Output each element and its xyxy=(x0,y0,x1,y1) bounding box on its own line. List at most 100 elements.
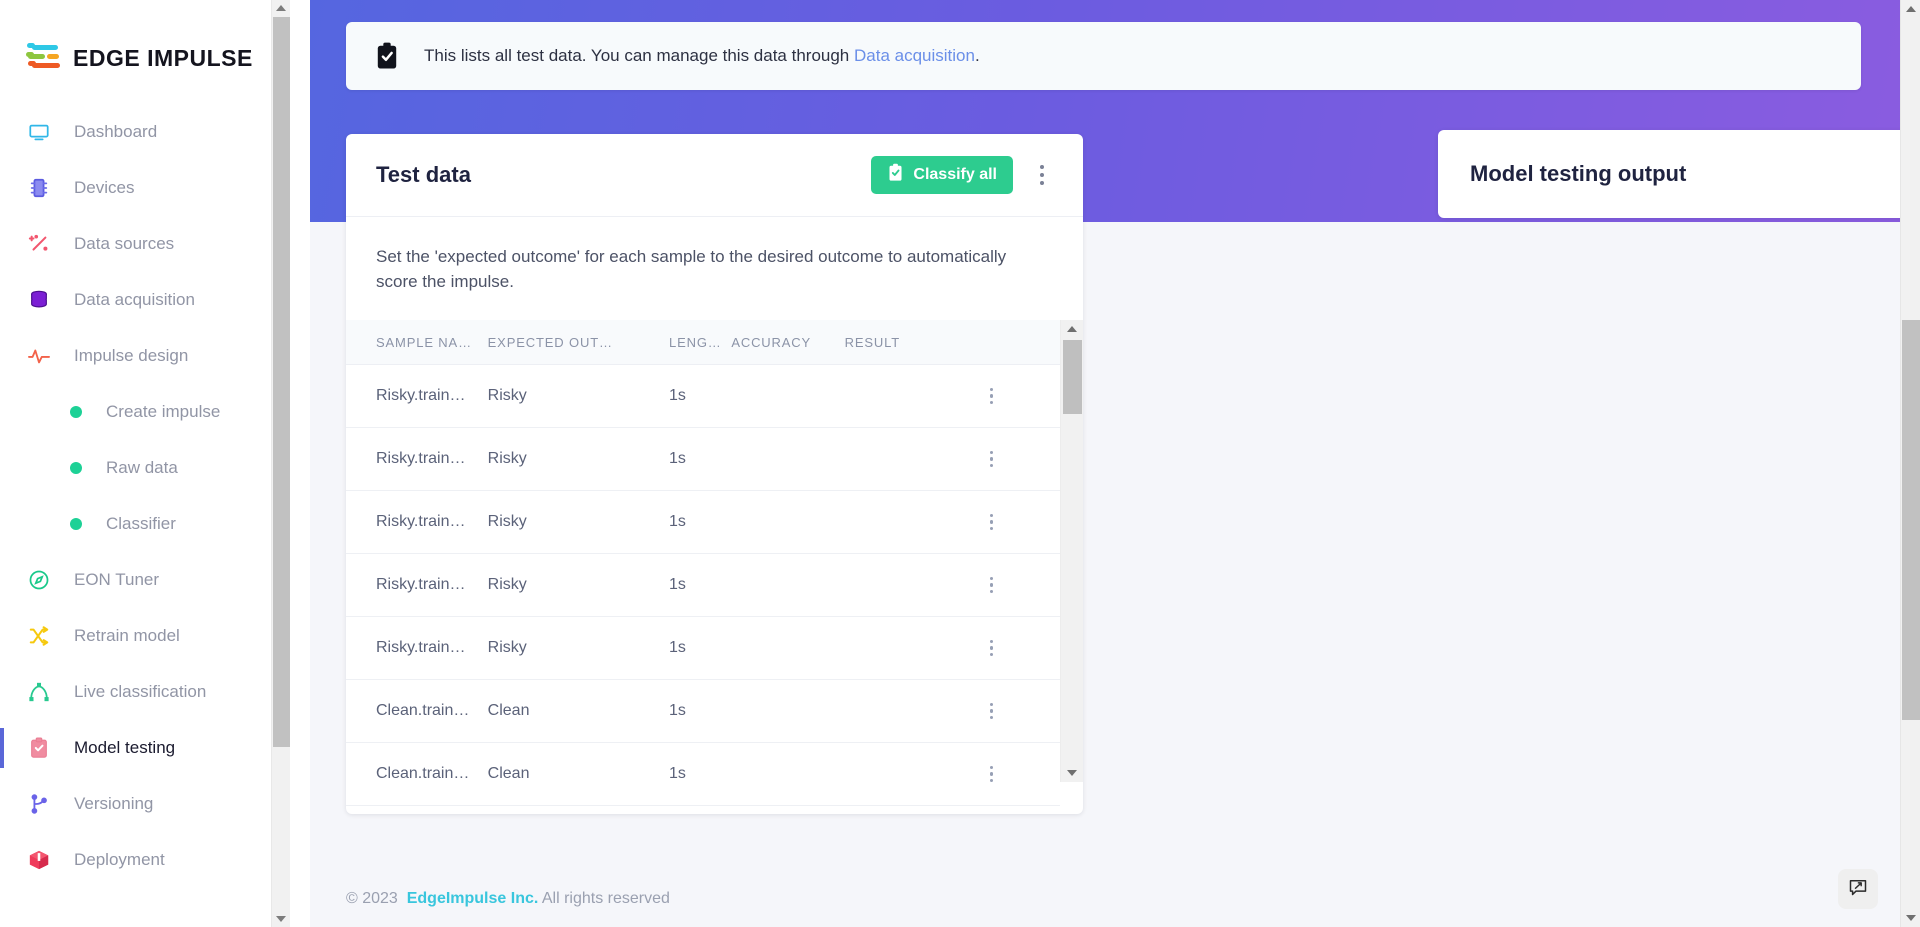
table-row[interactable]: Risky.train…Risky1s xyxy=(346,553,1060,616)
scroll-down-arrow-icon[interactable] xyxy=(1067,770,1077,776)
sidebar-item-create-impulse[interactable]: Create impulse xyxy=(0,384,290,440)
sidebar-item-model-testing[interactable]: Model testing xyxy=(0,720,290,776)
table-row[interactable]: Risky.train…Risky1s xyxy=(346,616,1060,679)
sidebar-item-data-acquisition[interactable]: Data acquisition xyxy=(0,272,290,328)
column-header-length[interactable]: LENG… xyxy=(669,320,731,364)
test-data-table-wrapper: SAMPLE NA… EXPECTED OUT… LENG… ACCURACY … xyxy=(346,320,1083,782)
sidebar-item-live-classification[interactable]: Live classification xyxy=(0,664,290,720)
app-root: EDGE IMPULSE Dashboard xyxy=(0,0,1920,927)
monitor-icon xyxy=(26,119,52,145)
cell-result xyxy=(845,364,981,427)
clipboard-check-icon xyxy=(374,41,400,71)
pulse-wave-icon xyxy=(26,343,52,369)
row-kebab-menu-icon[interactable] xyxy=(981,703,1003,720)
cell-result xyxy=(845,427,981,490)
sidebar-item-data-sources[interactable]: Data sources xyxy=(0,216,290,272)
table-body: Risky.train…Risky1sRisky.train…Risky1sRi… xyxy=(346,364,1060,805)
column-header-sample-name[interactable]: SAMPLE NA… xyxy=(346,320,488,364)
page-scroll-thumb[interactable] xyxy=(1902,320,1920,720)
curve-anchor-icon xyxy=(26,679,52,705)
footer-rights: All rights reserved xyxy=(542,890,670,907)
cell-accuracy xyxy=(731,427,844,490)
cell-row-actions xyxy=(981,742,1060,805)
test-data-card: Test data Classify all xyxy=(346,134,1083,814)
classify-all-label: Classify all xyxy=(913,166,997,184)
column-header-actions xyxy=(981,320,1060,364)
cell-accuracy xyxy=(731,490,844,553)
sidebar-item-eon-tuner[interactable]: EON Tuner xyxy=(0,552,290,608)
row-kebab-menu-icon[interactable] xyxy=(981,514,1003,531)
sidebar-item-label: Model testing xyxy=(74,738,175,758)
sidebar-item-classifier[interactable]: Classifier xyxy=(0,496,290,552)
info-banner: This lists all test data. You can manage… xyxy=(346,22,1861,90)
test-data-card-header: Test data Classify all xyxy=(346,134,1083,217)
scroll-up-arrow-icon[interactable] xyxy=(1906,6,1916,12)
sidebar-item-retrain-model[interactable]: Retrain model xyxy=(0,608,290,664)
cell-sample-name: Clean.train… xyxy=(346,679,488,742)
cell-row-actions xyxy=(981,490,1060,553)
sidebar-item-label: EON Tuner xyxy=(74,570,159,590)
sidebar-item-label: Devices xyxy=(74,178,134,198)
cell-expected-outcome: Clean xyxy=(488,742,669,805)
cell-length: 1s xyxy=(669,742,731,805)
compass-icon xyxy=(26,567,52,593)
table-row[interactable]: Risky.train…Risky1s xyxy=(346,364,1060,427)
cell-result xyxy=(845,742,981,805)
git-branch-icon xyxy=(26,791,52,817)
scroll-down-arrow-icon[interactable] xyxy=(1906,915,1916,921)
row-kebab-menu-icon[interactable] xyxy=(981,451,1003,468)
table-row[interactable]: Clean.train…Clean1s xyxy=(346,742,1060,805)
cell-row-actions xyxy=(981,427,1060,490)
cell-length: 1s xyxy=(669,427,731,490)
sidebar-item-raw-data[interactable]: Raw data xyxy=(0,440,290,496)
column-header-result[interactable]: RESULT xyxy=(845,320,981,364)
row-kebab-menu-icon[interactable] xyxy=(981,766,1003,783)
sidebar-item-impulse-design[interactable]: Impulse design xyxy=(0,328,290,384)
table-row[interactable]: Clean.train…Clean1s xyxy=(346,679,1060,742)
classify-all-button[interactable]: Classify all xyxy=(871,156,1013,194)
sidebar-item-label: Data acquisition xyxy=(74,290,195,310)
box-icon xyxy=(26,847,52,873)
model-testing-output-card: Model testing output (0) xyxy=(1438,130,1900,218)
sidebar-scroll-thumb[interactable] xyxy=(273,17,290,747)
data-acquisition-link[interactable]: Data acquisition xyxy=(854,46,975,65)
scroll-up-arrow-icon[interactable] xyxy=(1067,326,1077,332)
sidebar-item-deployment[interactable]: Deployment xyxy=(0,832,290,888)
footer-company-link[interactable]: EdgeImpulse Inc. xyxy=(407,890,539,907)
cell-sample-name: Risky.train… xyxy=(346,364,488,427)
sidebar-item-label: Classifier xyxy=(106,514,176,534)
scroll-down-arrow-icon[interactable] xyxy=(276,916,286,922)
column-header-accuracy[interactable]: ACCURACY xyxy=(731,320,844,364)
kebab-menu-icon[interactable] xyxy=(1027,158,1057,192)
table-scrollbar[interactable] xyxy=(1060,320,1083,782)
cell-accuracy xyxy=(731,616,844,679)
cell-accuracy xyxy=(731,742,844,805)
cell-result xyxy=(845,553,981,616)
scroll-up-arrow-icon[interactable] xyxy=(276,5,286,11)
row-kebab-menu-icon[interactable] xyxy=(981,577,1003,594)
sidebar-item-label: Data sources xyxy=(74,234,174,254)
cell-row-actions xyxy=(981,364,1060,427)
brand-logo[interactable]: EDGE IMPULSE xyxy=(0,0,290,84)
page-scrollbar[interactable] xyxy=(1900,0,1920,927)
row-kebab-menu-icon[interactable] xyxy=(981,388,1003,405)
table-row[interactable]: Risky.train…Risky1s xyxy=(346,490,1060,553)
row-kebab-menu-icon[interactable] xyxy=(981,640,1003,657)
sidebar-scrollbar[interactable] xyxy=(271,0,290,927)
cell-expected-outcome: Risky xyxy=(488,490,669,553)
database-icon xyxy=(26,287,52,313)
footer: © 2023 EdgeImpulse Inc. All rights reser… xyxy=(346,890,670,908)
cell-sample-name: Risky.train… xyxy=(346,616,488,679)
sidebar-item-versioning[interactable]: Versioning xyxy=(0,776,290,832)
table-header-row: SAMPLE NA… EXPECTED OUT… LENG… ACCURACY … xyxy=(346,320,1060,364)
test-data-table: SAMPLE NA… EXPECTED OUT… LENG… ACCURACY … xyxy=(346,320,1060,806)
sidebar-item-devices[interactable]: Devices xyxy=(0,160,290,216)
cell-accuracy xyxy=(731,553,844,616)
clipboard-check-icon xyxy=(887,163,904,187)
sidebar-item-dashboard[interactable]: Dashboard xyxy=(0,104,290,160)
cell-expected-outcome: Clean xyxy=(488,679,669,742)
column-header-expected-outcome[interactable]: EXPECTED OUT… xyxy=(488,320,669,364)
feedback-widget-button[interactable] xyxy=(1838,869,1878,909)
table-row[interactable]: Risky.train…Risky1s xyxy=(346,427,1060,490)
table-scroll-thumb[interactable] xyxy=(1063,340,1082,414)
